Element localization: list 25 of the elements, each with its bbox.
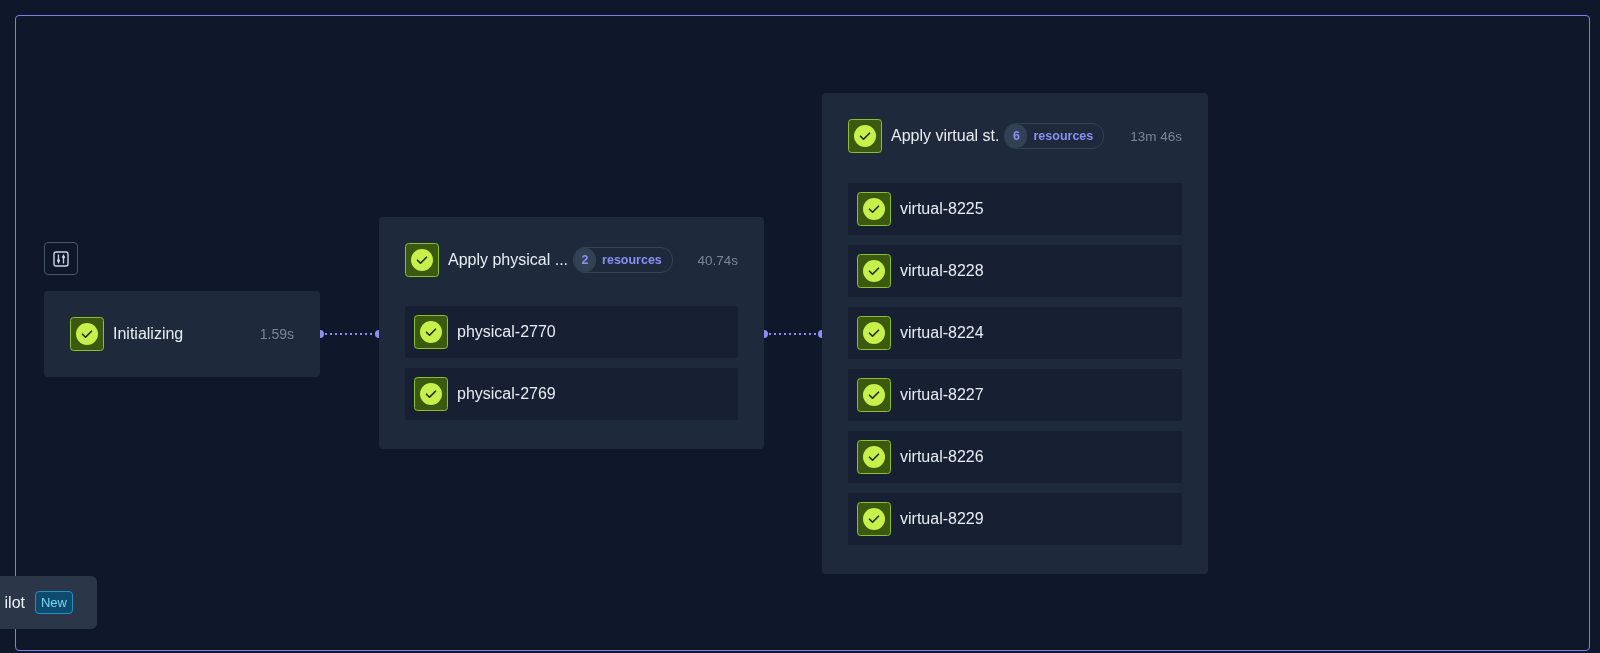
group-node[interactable]: Apply physical ... 2 resources 40.74s physical-2770 physical-2769: [379, 217, 764, 449]
resource-row[interactable]: virtual-8225: [848, 183, 1182, 235]
group-title: Apply physical ...: [448, 251, 569, 269]
resource-row[interactable]: physical-2770: [405, 306, 738, 358]
resource-row[interactable]: virtual-8227: [848, 369, 1182, 421]
duration-text: 1.59s: [259, 326, 294, 342]
duration-text: 13m 46s: [1130, 128, 1182, 144]
group-node[interactable]: Apply virtual st. 6 resources 13m 46s virtual-8225 virtual-8228 virtual-8224 virtual-8227 virtual-8226 virtual-8229: [822, 93, 1208, 574]
sliders-icon: [53, 250, 69, 267]
duration-text: 40.74s: [697, 252, 738, 268]
count-text: 2: [574, 248, 597, 272]
resource-row[interactable]: physical-2769: [405, 368, 738, 420]
filter-button[interactable]: [44, 242, 78, 275]
resource-row[interactable]: virtual-8224: [848, 307, 1182, 359]
count-text: 6: [1005, 124, 1028, 148]
step-node[interactable]: Initializing 1.59s: [44, 291, 320, 377]
resource-row[interactable]: virtual-8229: [848, 493, 1182, 545]
new-badge: New: [35, 591, 73, 614]
count-label: resources: [602, 253, 662, 267]
resource-row[interactable]: virtual-8226: [848, 431, 1182, 483]
resource-row[interactable]: virtual-8228: [848, 245, 1182, 297]
step-title: Initializing: [113, 325, 184, 343]
group-title: Apply virtual st.: [891, 127, 1000, 145]
copilot-button[interactable]: ilot New: [0, 576, 97, 629]
count-label: resources: [1033, 129, 1094, 143]
